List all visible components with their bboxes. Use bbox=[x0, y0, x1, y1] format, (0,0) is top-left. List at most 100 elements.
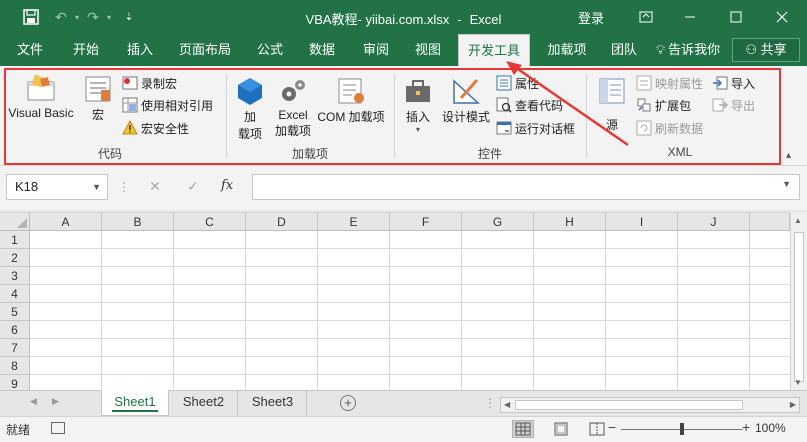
use-relative-references-button[interactable]: 使用相对引用 bbox=[122, 95, 213, 115]
column-header[interactable]: B bbox=[102, 213, 174, 231]
zoom-slider-thumb[interactable] bbox=[680, 423, 684, 435]
row-header[interactable]: 2 bbox=[0, 249, 30, 267]
expand-formula-icon[interactable]: ▼ bbox=[782, 179, 791, 189]
tell-me-box[interactable]: 💡︎ 告诉我你 bbox=[656, 34, 720, 66]
map-properties-button[interactable]: 映射属性 bbox=[636, 73, 703, 93]
macros-button[interactable]: 宏 bbox=[80, 74, 116, 123]
expansion-packs-button[interactable]: 扩展包 bbox=[636, 95, 691, 115]
import-button[interactable]: 导入 bbox=[712, 73, 755, 93]
maximize-icon[interactable] bbox=[716, 4, 756, 30]
tab-formulas[interactable]: 公式 bbox=[250, 34, 290, 66]
resize-handle-icon[interactable]: ⋮ bbox=[484, 396, 496, 410]
tab-addins[interactable]: 加载项 bbox=[540, 34, 594, 66]
insert-control-button[interactable]: 插入 ▾ bbox=[400, 76, 436, 134]
collapse-ribbon-icon[interactable]: ▴ bbox=[786, 150, 791, 161]
sheet-tab-2[interactable]: Sheet2 bbox=[170, 390, 238, 416]
tab-page-layout[interactable]: 页面布局 bbox=[172, 34, 238, 66]
share-button[interactable]: ⚇ 共享 bbox=[732, 38, 800, 62]
column-header[interactable]: E bbox=[318, 213, 390, 231]
column-header[interactable]: H bbox=[534, 213, 606, 231]
scroll-left-icon[interactable]: ◀ bbox=[504, 400, 510, 409]
resize-handle-icon[interactable]: ⋮ bbox=[118, 180, 130, 194]
view-code-button[interactable]: 查看代码 bbox=[496, 95, 563, 115]
excel-addins-button[interactable]: Excel 加载项 bbox=[272, 76, 314, 139]
cancel-icon[interactable]: ✕ bbox=[144, 178, 166, 196]
com-addins-button[interactable]: COM 加载项 bbox=[314, 76, 388, 125]
tab-file[interactable]: 文件 bbox=[8, 34, 52, 66]
grid-line bbox=[533, 231, 534, 390]
select-all-button[interactable] bbox=[0, 213, 30, 231]
formula-input[interactable]: ▼ bbox=[252, 174, 800, 200]
horizontal-scrollbar[interactable]: ◀ ▶ bbox=[500, 397, 800, 413]
enter-icon[interactable]: ✓ bbox=[182, 178, 204, 196]
login-link[interactable]: 登录 bbox=[578, 8, 604, 27]
column-header[interactable]: G bbox=[462, 213, 534, 231]
worksheet-grid[interactable]: ABCDEFGHIJ 123456789 bbox=[0, 212, 790, 390]
scroll-up-icon[interactable]: ▲ bbox=[794, 216, 802, 225]
row-header[interactable]: 6 bbox=[0, 321, 30, 339]
export-icon bbox=[712, 97, 728, 113]
visual-basic-button[interactable]: Visual Basic bbox=[6, 74, 76, 120]
zoom-out-icon[interactable]: − bbox=[608, 419, 616, 435]
insert-function-button[interactable]: fx bbox=[221, 178, 233, 193]
scroll-down-icon[interactable]: ▼ bbox=[794, 378, 802, 387]
lightbulb-icon: 💡︎ bbox=[656, 42, 666, 57]
record-macro-button[interactable]: 录制宏 bbox=[122, 73, 177, 93]
add-sheet-icon[interactable]: + bbox=[340, 395, 356, 411]
row-header[interactable]: 7 bbox=[0, 339, 30, 357]
zoom-in-icon[interactable]: + bbox=[742, 419, 750, 435]
column-header-partial[interactable] bbox=[750, 213, 790, 231]
column-header[interactable]: D bbox=[246, 213, 318, 231]
xml-source-button[interactable]: 源 bbox=[594, 76, 630, 133]
design-mode-button[interactable]: 设计模式 bbox=[438, 76, 494, 125]
row-header[interactable]: 9 bbox=[0, 375, 30, 390]
page-layout-view-icon[interactable] bbox=[550, 420, 572, 438]
row-header[interactable]: 1 bbox=[0, 231, 30, 249]
tab-home[interactable]: 开始 bbox=[64, 34, 108, 66]
ribbon-display-options-icon[interactable] bbox=[626, 4, 666, 30]
import-label: 导入 bbox=[731, 76, 756, 91]
export-button[interactable]: 导出 bbox=[712, 95, 755, 115]
tab-review[interactable]: 审阅 bbox=[354, 34, 398, 66]
tab-developer[interactable]: 开发工具 bbox=[458, 34, 530, 66]
row-header[interactable]: 5 bbox=[0, 303, 30, 321]
zoom-level[interactable]: 100% bbox=[755, 421, 786, 435]
macro-security-button[interactable]: 宏安全性 bbox=[122, 118, 189, 138]
column-header[interactable]: A bbox=[30, 213, 102, 231]
column-header[interactable]: J bbox=[678, 213, 750, 231]
sheet-tab-1[interactable]: Sheet1 bbox=[101, 390, 169, 416]
addins-button[interactable]: 加 载项 bbox=[232, 76, 268, 142]
map-properties-label: 映射属性 bbox=[655, 76, 704, 91]
row-header[interactable]: 8 bbox=[0, 357, 30, 375]
sheet-tab-3[interactable]: Sheet3 bbox=[239, 390, 307, 416]
scroll-right-icon[interactable]: ▶ bbox=[790, 400, 796, 409]
chevron-down-icon[interactable]: ▼ bbox=[92, 175, 101, 199]
refresh-data-button[interactable]: 刷新数据 bbox=[636, 118, 703, 138]
run-dialog-button[interactable]: 运行对话框 bbox=[496, 118, 575, 138]
grid-line bbox=[30, 266, 790, 267]
name-box[interactable]: K18 ▼ bbox=[6, 174, 108, 200]
column-header[interactable]: I bbox=[606, 213, 678, 231]
page-break-view-icon[interactable] bbox=[586, 420, 608, 438]
tab-team[interactable]: 团队 bbox=[604, 34, 644, 66]
vertical-scrollbar[interactable]: ▲ ▼ bbox=[790, 212, 807, 390]
tab-data[interactable]: 数据 bbox=[302, 34, 342, 66]
prev-sheet-icon[interactable]: ◀ bbox=[30, 396, 37, 407]
macro-record-status-icon[interactable] bbox=[51, 422, 65, 434]
column-header[interactable]: C bbox=[174, 213, 246, 231]
design-mode-icon bbox=[450, 76, 482, 106]
vertical-scroll-thumb[interactable] bbox=[794, 232, 804, 382]
row-header[interactable]: 3 bbox=[0, 267, 30, 285]
horizontal-scroll-thumb[interactable] bbox=[515, 400, 743, 410]
row-header[interactable]: 4 bbox=[0, 285, 30, 303]
visual-basic-icon bbox=[25, 74, 57, 104]
addins-icon bbox=[234, 76, 266, 106]
minimize-icon[interactable] bbox=[670, 4, 710, 30]
next-sheet-icon[interactable]: ▶ bbox=[52, 396, 59, 407]
tab-view[interactable]: 视图 bbox=[406, 34, 450, 66]
tab-insert[interactable]: 插入 bbox=[118, 34, 162, 66]
close-icon[interactable] bbox=[762, 4, 802, 30]
normal-view-icon[interactable] bbox=[512, 420, 534, 438]
column-header[interactable]: F bbox=[390, 213, 462, 231]
properties-button[interactable]: 属性 bbox=[496, 73, 539, 93]
